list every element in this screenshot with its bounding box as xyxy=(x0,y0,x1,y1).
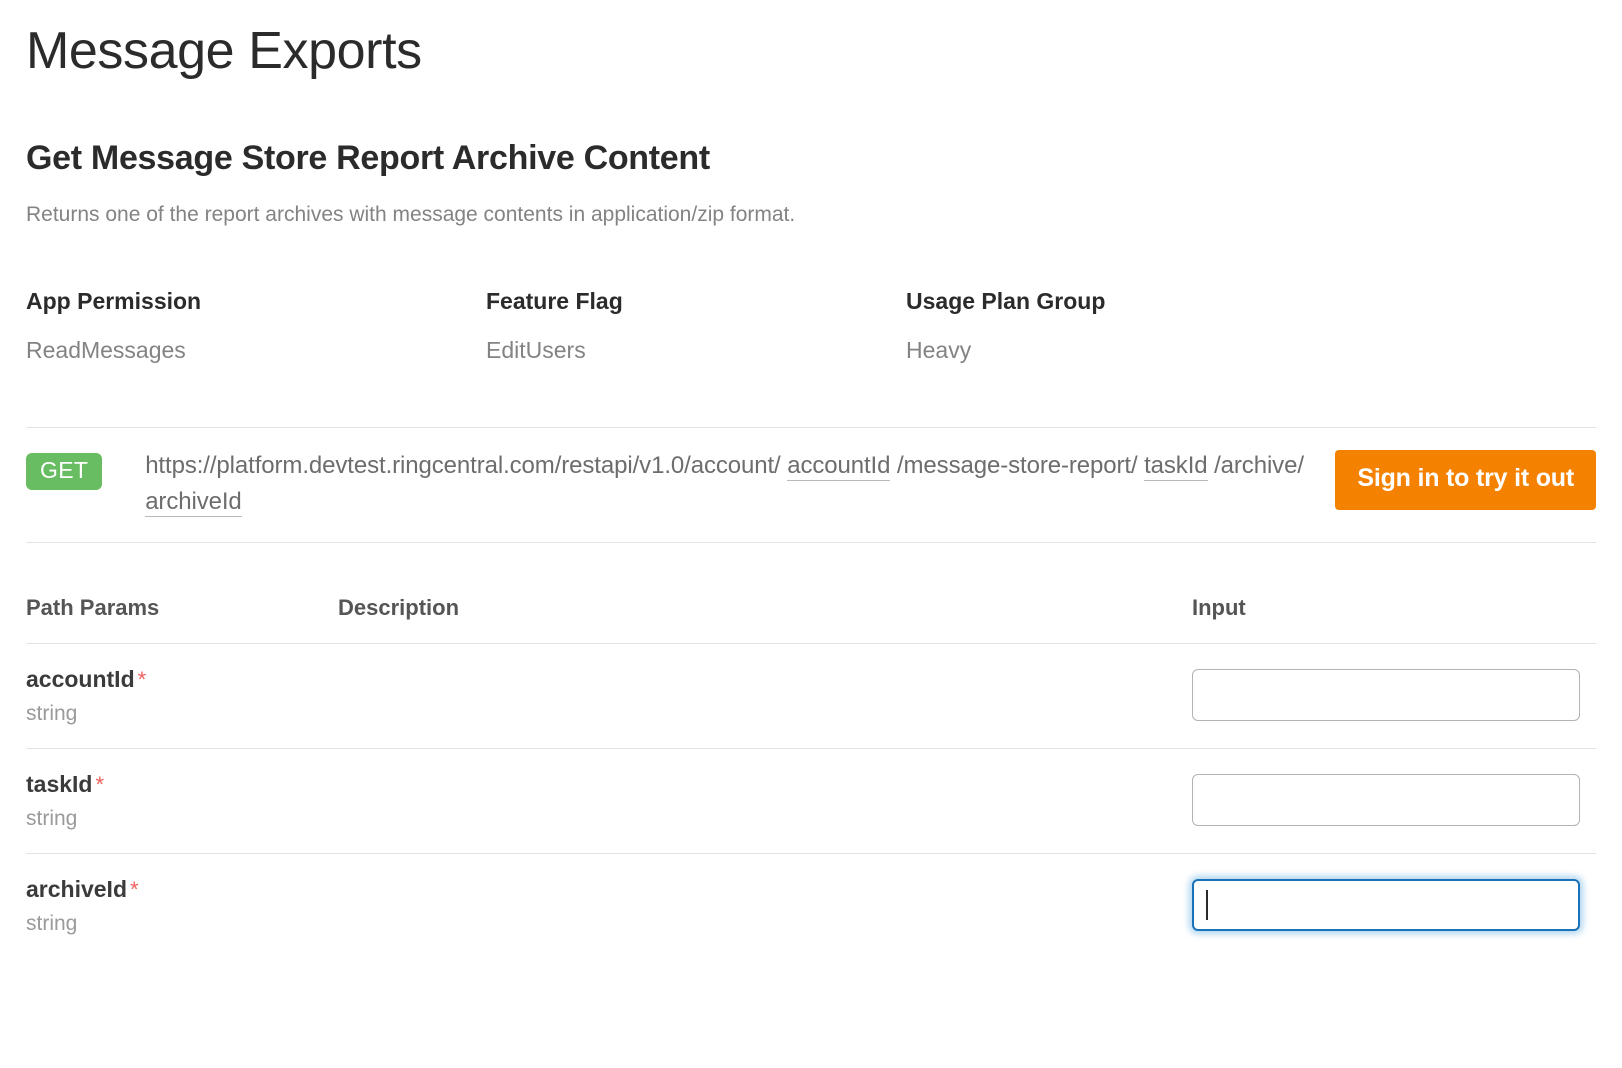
text-cursor-icon xyxy=(1206,890,1208,921)
table-row: archiveId * string xyxy=(26,854,1596,958)
section-description: Returns one of the report archives with … xyxy=(26,202,796,226)
sign-in-to-try-it-out-button[interactable]: Sign in to try it out xyxy=(1335,450,1596,510)
input-accountid[interactable] xyxy=(1192,669,1580,722)
table-row: accountId * string xyxy=(26,644,1596,748)
url-param-archiveId: archiveId xyxy=(145,488,242,518)
param-name-text: taskId xyxy=(26,771,93,797)
column-header-input: Input xyxy=(1192,595,1246,621)
param-name-text: accountId xyxy=(26,666,135,692)
param-input-cell xyxy=(1192,669,1596,722)
meta-label-app-permission: App Permission xyxy=(26,287,202,314)
endpoint-url: https://platform.devtest.ringcentral.com… xyxy=(102,448,1335,520)
param-name-cell: taskId * string xyxy=(26,770,338,831)
param-name-text: archiveId xyxy=(26,876,127,902)
param-name-cell: archiveId * string xyxy=(26,875,338,936)
required-asterisk: * xyxy=(137,667,147,692)
url-text-segment: https://platform.devtest.ringcentral.com… xyxy=(145,452,788,480)
param-name-cell: accountId * string xyxy=(26,665,338,726)
http-method-badge: GET xyxy=(26,453,103,491)
param-name: archiveId * xyxy=(26,875,338,904)
metadata-row: App Permission ReadMessages Feature Flag… xyxy=(26,228,1596,365)
input-taskid[interactable] xyxy=(1192,774,1580,827)
meta-column-feature-flag: Feature Flag EditUsers xyxy=(486,288,906,365)
meta-label-feature-flag: Feature Flag xyxy=(486,287,623,314)
meta-value-feature-flag: EditUsers xyxy=(486,337,586,364)
column-header-path-params: Path Params xyxy=(26,595,160,621)
param-name: accountId * xyxy=(26,665,338,694)
table-header-row: Path Params Description Input xyxy=(26,543,1596,643)
url-text-segment: /message-store-report/ xyxy=(890,452,1145,480)
endpoint-section: GET https://platform.devtest.ringcentral… xyxy=(26,427,1596,544)
meta-label-usage-plan-group: Usage Plan Group xyxy=(906,287,1106,314)
page-title: Message Exports xyxy=(26,22,422,80)
input-archiveid[interactable] xyxy=(1192,879,1580,932)
path-params-table: Path Params Description Input accountId *… xyxy=(26,543,1596,958)
meta-value-usage-plan-group: Heavy xyxy=(906,337,972,364)
meta-column-app-permission: App Permission ReadMessages xyxy=(26,288,486,365)
endpoint-row: GET https://platform.devtest.ringcentral… xyxy=(26,428,1596,542)
param-type: string xyxy=(26,806,78,830)
url-param-accountId: accountId xyxy=(787,452,891,482)
meta-column-usage-plan-group: Usage Plan Group Heavy xyxy=(906,288,1326,365)
api-reference-page: Message Exports Get Message Store Report… xyxy=(0,0,1622,958)
column-header-description: Description xyxy=(338,595,460,621)
param-name: taskId * xyxy=(26,770,338,799)
param-type: string xyxy=(26,911,78,935)
meta-value-app-permission: ReadMessages xyxy=(26,337,186,364)
url-text-segment: /archive/ xyxy=(1207,452,1304,480)
param-input-cell xyxy=(1192,879,1596,932)
param-input-cell xyxy=(1192,774,1596,827)
table-row: taskId * string xyxy=(26,749,1596,853)
param-type: string xyxy=(26,701,78,725)
url-param-taskId: taskId xyxy=(1144,452,1208,482)
required-asterisk: * xyxy=(130,877,139,902)
required-asterisk: * xyxy=(95,772,105,797)
section-title: Get Message Store Report Archive Content xyxy=(26,138,710,177)
